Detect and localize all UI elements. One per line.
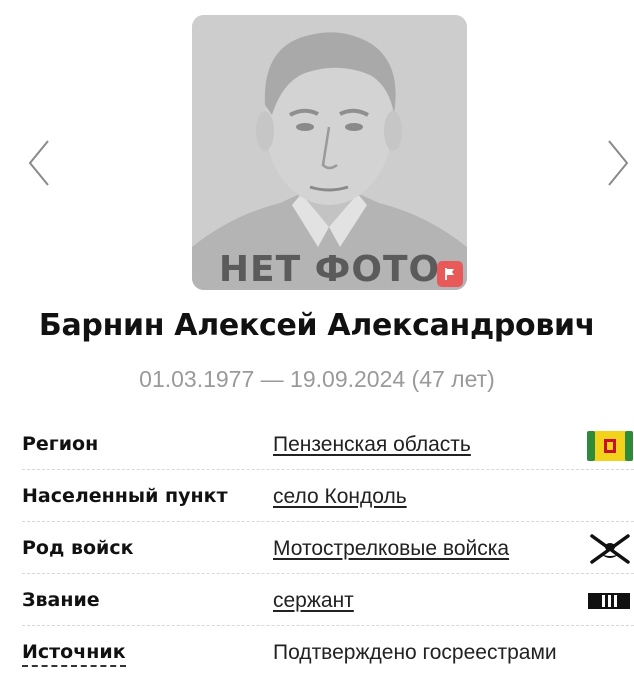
flag-icon	[445, 268, 454, 280]
info-row-settlement: Населенный пункт село Кондоль	[22, 470, 634, 522]
rank-link[interactable]: сержант	[273, 589, 354, 613]
info-label-source[interactable]: Источник	[22, 641, 126, 667]
region-link[interactable]: Пензенская область	[273, 433, 471, 457]
info-row-region: Регион Пензенская область	[22, 418, 634, 470]
crossed-rifles-icon	[590, 534, 630, 564]
person-name: Барнин Алексей Александрович	[38, 308, 596, 343]
info-label-region: Регион	[22, 433, 99, 455]
region-flag-icon	[587, 431, 633, 461]
no-photo-label: НЕТ ФОТО	[218, 249, 441, 290]
chevron-right-icon	[608, 140, 629, 186]
rank-stripes-icon	[588, 593, 630, 609]
info-row-source: Источник Подтверждено госреестрами	[22, 626, 634, 678]
source-value: Подтверждено госреестрами	[273, 641, 557, 664]
next-photo-button[interactable]	[603, 136, 633, 190]
photo-placeholder: НЕТ ФОТО	[192, 15, 467, 290]
info-label-troops: Род войск	[22, 537, 134, 559]
info-table: Регион Пензенская область Населенный пун…	[22, 418, 634, 678]
person-dates: 01.03.1977 — 19.09.2024 (47 лет)	[139, 366, 495, 392]
info-label-rank: Звание	[22, 589, 100, 611]
prev-photo-button[interactable]	[24, 136, 54, 190]
info-label-settlement: Населенный пункт	[22, 485, 228, 507]
info-row-troops: Род войск Мотострелковые войска	[22, 522, 634, 574]
troops-link[interactable]: Мотострелковые войска	[273, 537, 509, 561]
info-row-rank: Звание сержант	[22, 574, 634, 626]
chevron-left-icon	[28, 140, 49, 186]
report-flag-button[interactable]	[437, 261, 463, 287]
settlement-link[interactable]: село Кондоль	[273, 485, 407, 509]
